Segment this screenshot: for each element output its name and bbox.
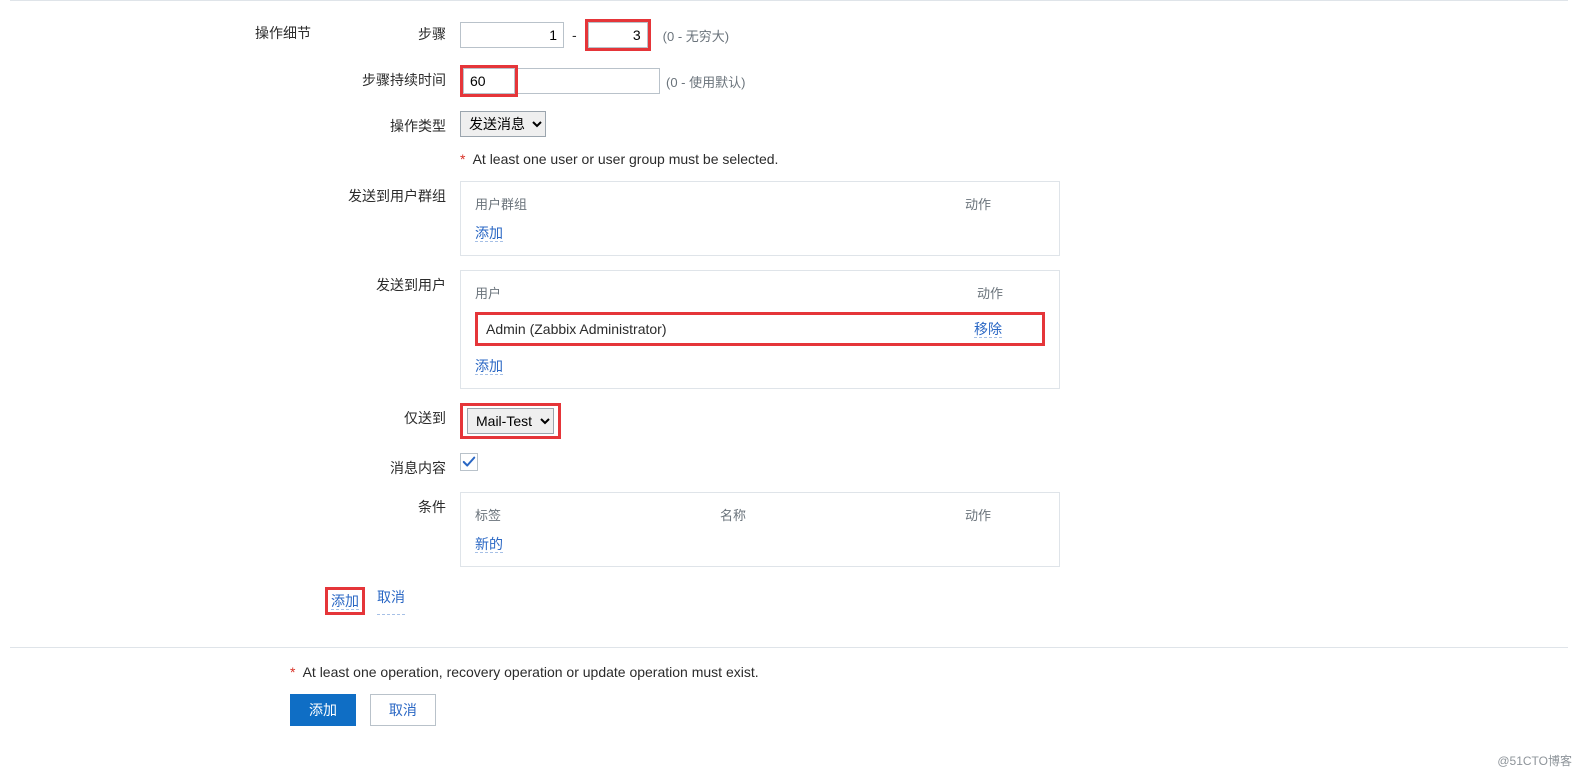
duration-row: 步骤持续时间 (0 - 使用默认): [325, 65, 1568, 97]
conditions-new-link[interactable]: 新的: [475, 536, 503, 553]
usergroups-header-action: 动作: [965, 194, 1045, 213]
users-header-action: 动作: [977, 283, 1045, 302]
duration-label: 步骤持续时间: [325, 65, 460, 90]
validation-row: * At least one user or user group must b…: [325, 151, 1568, 167]
user-row-highlight: Admin (Zabbix Administrator) 移除: [475, 312, 1045, 346]
usergroups-table: 用户群组 动作 添加: [460, 181, 1060, 256]
users-label: 发送到用户: [325, 270, 460, 295]
validation-user-msg: At least one user or user group must be …: [473, 151, 779, 167]
msgcontent-row: 消息内容: [325, 453, 1568, 478]
duration-hint: (0 - 使用默认): [666, 72, 745, 91]
usergroups-header-name: 用户群组: [475, 194, 965, 213]
section-title: 操作细节: [10, 19, 325, 43]
users-add-link[interactable]: 添加: [475, 358, 503, 375]
optype-label: 操作类型: [325, 111, 460, 136]
footer-buttons: 添加 取消: [290, 694, 1578, 726]
step-to-highlight: [585, 19, 651, 51]
detail-actions-row: 添加 取消: [325, 581, 1568, 615]
usergroups-add-link[interactable]: 添加: [475, 225, 503, 242]
footer-validation: * At least one operation, recovery opera…: [290, 664, 1578, 680]
detail-cancel-link[interactable]: 取消: [377, 587, 405, 615]
optype-row: 操作类型 发送消息: [325, 111, 1568, 137]
required-asterisk: *: [460, 151, 465, 167]
footer-validation-text: At least one operation, recovery operati…: [303, 664, 759, 680]
usergroups-label: 发送到用户群组: [325, 181, 460, 206]
duration-input-suffix[interactable]: [518, 68, 660, 94]
step-to-input[interactable]: [588, 22, 648, 48]
user-row-name: Admin (Zabbix Administrator): [486, 321, 974, 337]
usergroups-row: 发送到用户群组 用户群组 动作 添加: [325, 181, 1568, 256]
user-remove-link[interactable]: 移除: [974, 321, 1002, 338]
conditions-header-name: 名称: [720, 505, 965, 524]
users-table: 用户 动作 Admin (Zabbix Administrator) 移除 添加: [460, 270, 1060, 389]
conditions-header-action: 动作: [965, 505, 1045, 524]
detail-add-link[interactable]: 添加: [331, 593, 359, 610]
sendto-highlight: Mail-Test: [460, 403, 561, 439]
sendto-label: 仅送到: [325, 403, 460, 428]
sendto-row: 仅送到 Mail-Test: [325, 403, 1568, 439]
step-from-input[interactable]: [460, 22, 564, 48]
steps-row: 步骤 - (0 - 无穷大): [325, 19, 1568, 51]
conditions-table: 标签 名称 动作 新的: [460, 492, 1060, 567]
conditions-header-tag: 标签: [475, 505, 720, 524]
msgcontent-label: 消息内容: [325, 453, 460, 478]
sendto-select[interactable]: Mail-Test: [467, 408, 554, 434]
operation-detail-form: 操作细节 步骤 - (0 - 无穷大) 步骤持续时间: [10, 0, 1568, 648]
add-button[interactable]: 添加: [290, 694, 356, 726]
steps-hint: (0 - 无穷大): [663, 26, 729, 45]
users-header-name: 用户: [475, 283, 977, 302]
conditions-row: 条件 标签 名称 动作 新的: [325, 492, 1568, 567]
users-row: 发送到用户 用户 动作 Admin (Zabbix Administrator)…: [325, 270, 1568, 389]
watermark-text: @51CTO博客: [1497, 752, 1572, 769]
required-asterisk-footer: *: [290, 664, 295, 680]
duration-input-prefix[interactable]: [463, 68, 515, 94]
steps-label: 步骤: [325, 19, 460, 44]
check-icon: [462, 455, 476, 469]
msgcontent-checkbox[interactable]: [460, 453, 478, 471]
conditions-label: 条件: [325, 492, 460, 517]
optype-select[interactable]: 发送消息: [460, 111, 546, 137]
cancel-button[interactable]: 取消: [370, 694, 436, 726]
duration-highlight: [460, 65, 518, 97]
detail-add-highlight: 添加: [325, 587, 365, 615]
dash-separator: -: [570, 27, 579, 43]
